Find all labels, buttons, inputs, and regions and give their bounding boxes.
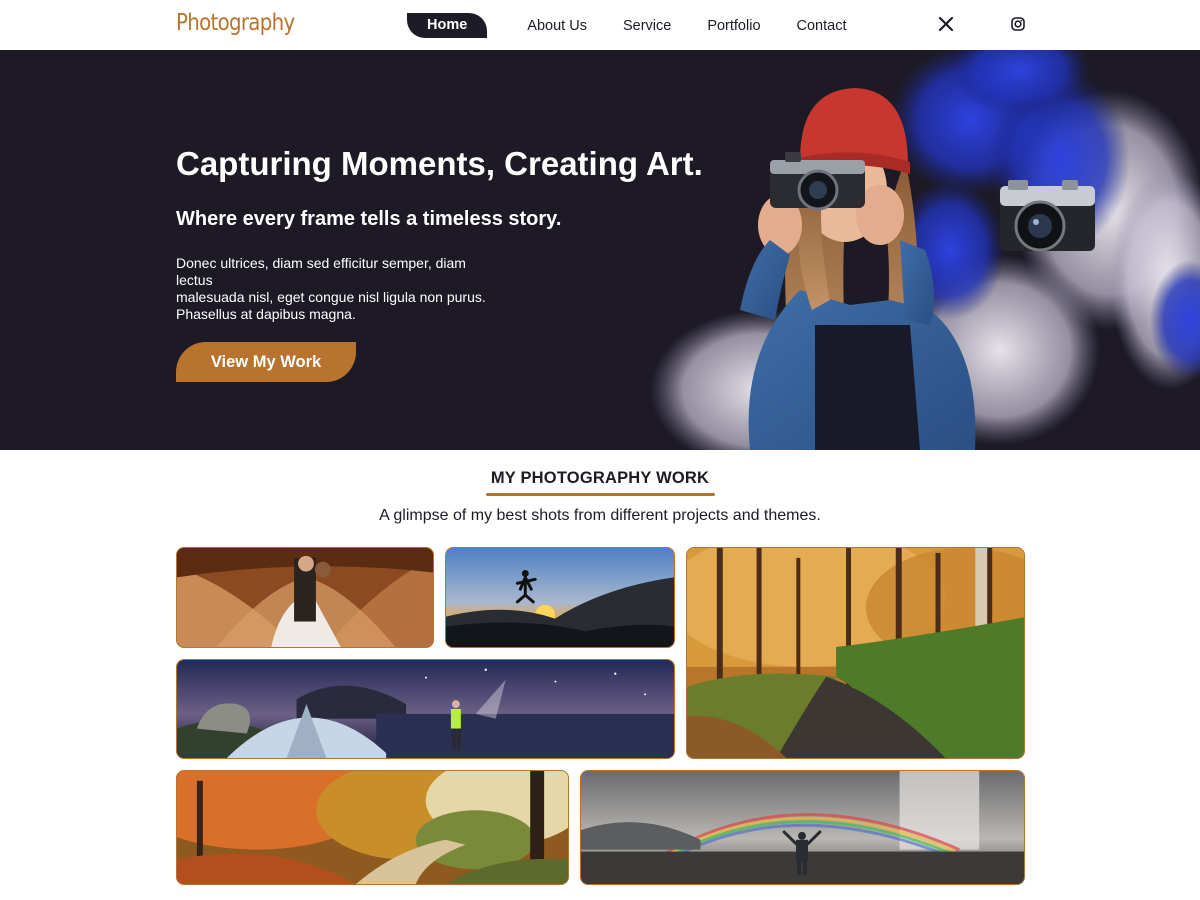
gallery-photo-rainbow-waterfall[interactable] — [580, 770, 1025, 885]
nav-link-service[interactable]: Service — [623, 18, 671, 34]
x-icon[interactable] — [938, 16, 954, 32]
navbar: Photography Home About Us Service Portfo… — [0, 0, 1200, 50]
gallery-photo-sunset-jump[interactable] — [445, 547, 675, 648]
hero-description: Donec ultrices, diam sed efficitur sempe… — [176, 255, 521, 323]
nav-link-about-us[interactable]: About Us — [527, 18, 587, 34]
brand-logo[interactable]: Photography — [176, 10, 295, 36]
hero-description-line: Donec ultrices, diam sed efficitur sempe… — [176, 255, 466, 271]
nav-links: Home About Us Service Portfolio Contact — [407, 13, 883, 38]
gallery-photo-autumn-forest[interactable] — [686, 547, 1025, 759]
hero-photographer-image — [650, 50, 1200, 450]
hero-description-line: lectus — [176, 272, 213, 288]
hero-description-line: malesuada nisl, eget congue nisl ligula … — [176, 289, 486, 305]
hero-subtitle: Where every frame tells a timeless story… — [176, 208, 562, 230]
hero-title: Capturing Moments, Creating Art. — [176, 145, 703, 182]
nav-link-home[interactable]: Home — [407, 13, 488, 38]
gallery-photo-autumn-path[interactable] — [176, 770, 569, 885]
gallery-title-underline — [486, 493, 715, 496]
hero-description-line: Phasellus at dapibus magna. — [176, 306, 356, 322]
gallery-subtitle: A glimpse of my best shots from differen… — [379, 507, 821, 524]
nav-link-portfolio[interactable]: Portfolio — [707, 18, 760, 34]
gallery-title: MY PHOTOGRAPHY WORK — [490, 469, 710, 487]
nav-link-contact[interactable]: Contact — [797, 18, 847, 34]
instagram-icon[interactable] — [1010, 16, 1026, 32]
view-my-work-button[interactable]: View My Work — [176, 342, 356, 382]
hero-section: Capturing Moments, Creating Art. Where e… — [0, 50, 1200, 450]
gallery-photo-wedding[interactable] — [176, 547, 434, 648]
gallery-photo-night-camping[interactable] — [176, 659, 675, 759]
